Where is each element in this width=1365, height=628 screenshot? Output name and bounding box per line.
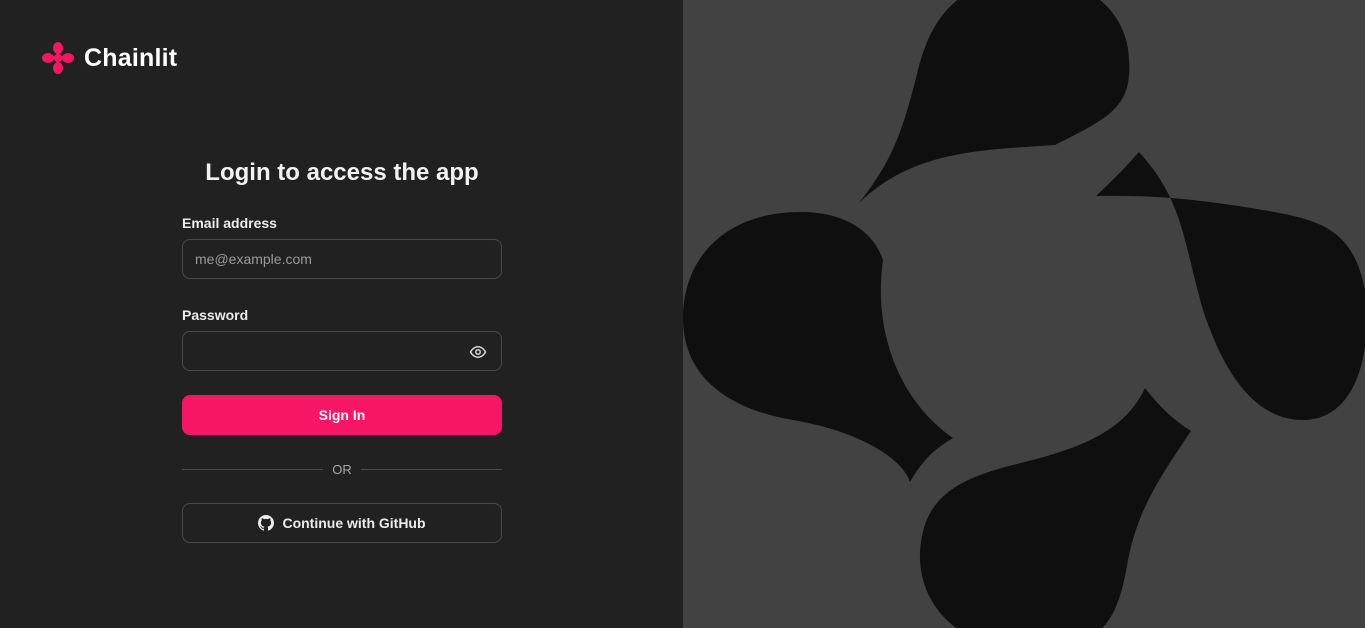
- email-field[interactable]: [183, 240, 501, 278]
- art-shape-top: [859, 0, 1130, 203]
- chainlit-background-art: [683, 0, 1365, 628]
- password-field[interactable]: [183, 332, 501, 370]
- login-page: Chainlit Login to access the app Email a…: [0, 0, 1365, 628]
- email-label: Email address: [182, 215, 277, 231]
- decorative-panel: [683, 0, 1365, 628]
- eye-icon[interactable]: [469, 343, 487, 361]
- sign-in-button[interactable]: Sign In: [182, 395, 502, 435]
- github-login-button[interactable]: Continue with GitHub: [182, 503, 502, 543]
- email-field-wrapper: [182, 239, 502, 279]
- github-icon: [258, 515, 275, 531]
- github-button-label: Continue with GitHub: [282, 515, 426, 531]
- brand-name: Chainlit: [84, 44, 178, 72]
- brand: Chainlit: [40, 40, 177, 76]
- art-shape-left: [683, 212, 953, 482]
- divider-line-left: [182, 468, 324, 470]
- login-form: Login to access the app Email address Pa…: [182, 150, 502, 543]
- password-field-wrapper: [182, 331, 502, 371]
- art-shape-bottom: [919, 388, 1191, 628]
- page-title: Login to access the app: [205, 159, 479, 186]
- password-label: Password: [182, 307, 249, 323]
- divider-text: OR: [332, 461, 352, 477]
- or-divider: OR: [182, 459, 502, 479]
- login-panel: Chainlit Login to access the app Email a…: [0, 0, 683, 628]
- chainlit-logo-icon: [42, 42, 74, 74]
- art-shape-right: [1096, 152, 1365, 420]
- divider-line-right: [360, 468, 502, 470]
